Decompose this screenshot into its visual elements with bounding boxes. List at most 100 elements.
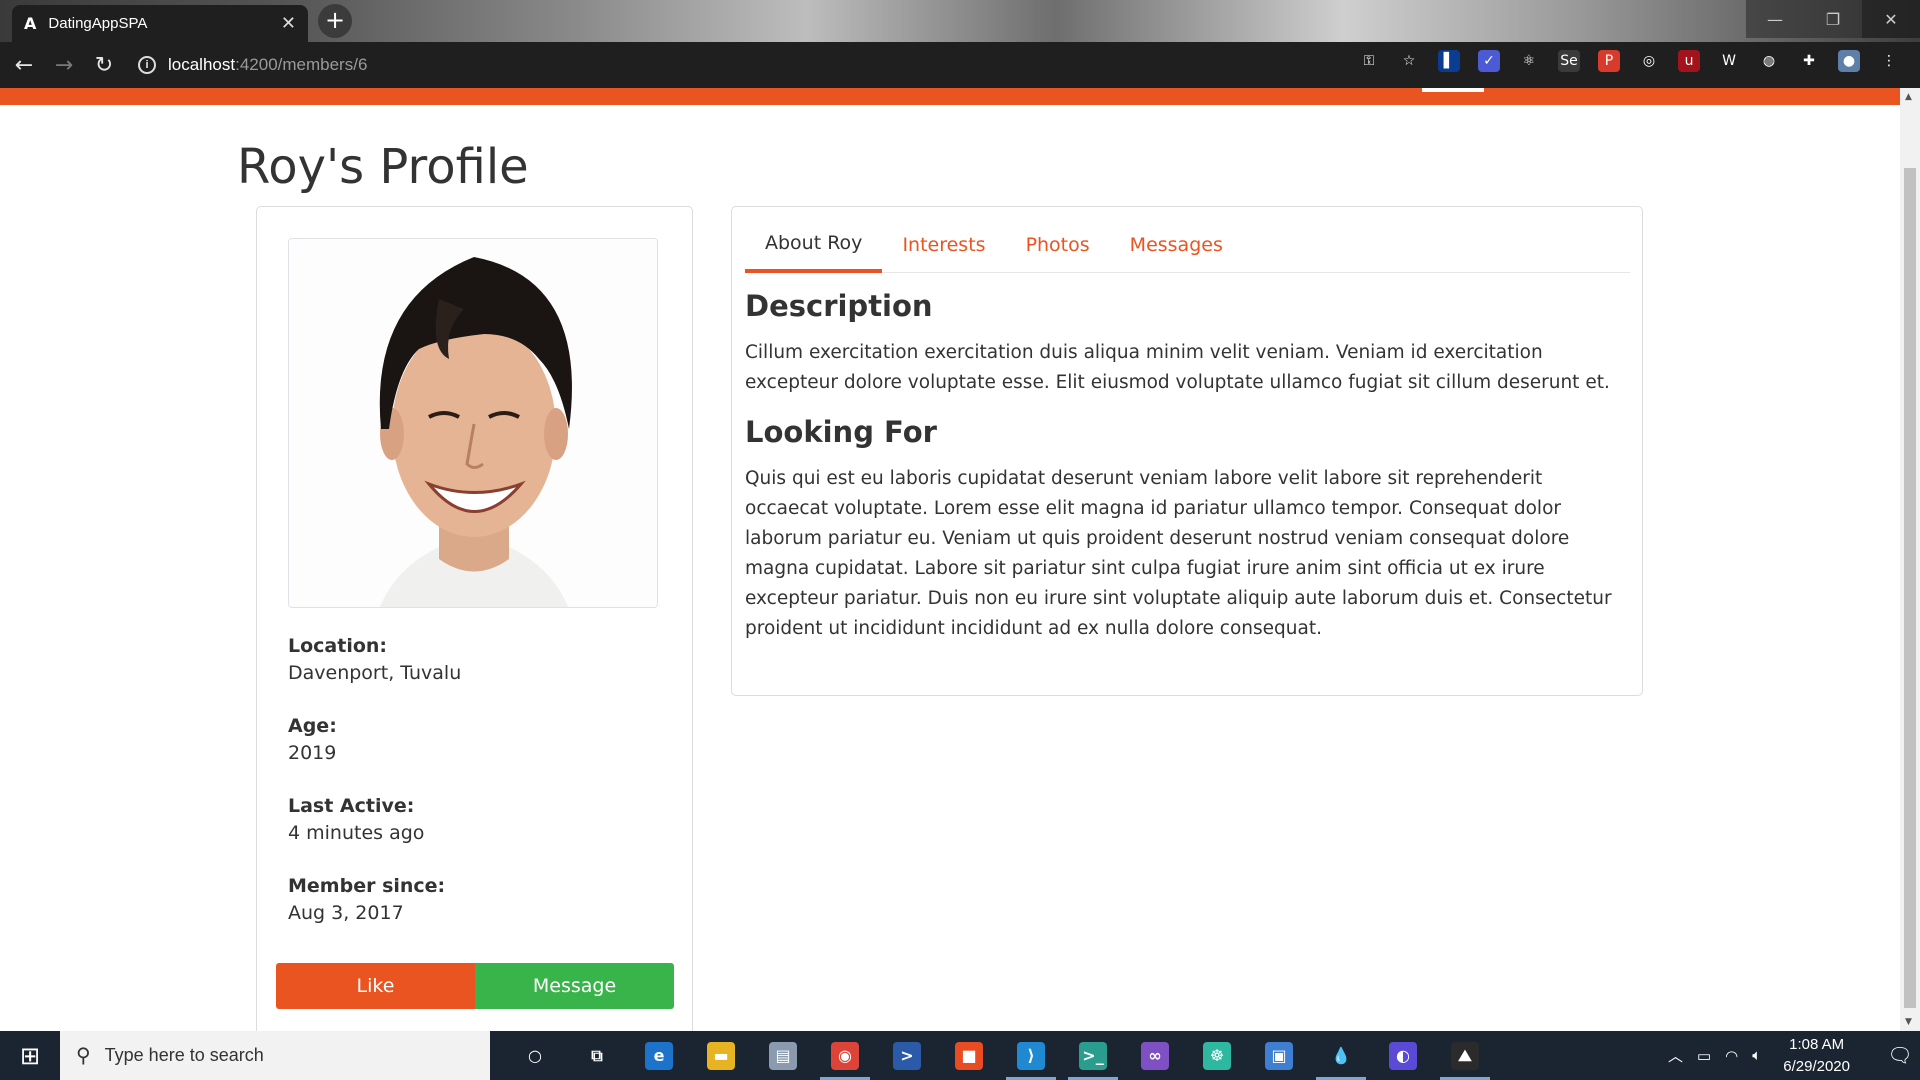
like-button[interactable]: Like	[276, 963, 475, 1009]
printer-app-icon[interactable]: ▤	[752, 1031, 814, 1080]
reload-icon[interactable]: ↻	[88, 49, 120, 81]
page-title: Roy's Profile	[237, 139, 529, 195]
navbar-active-indicator	[1422, 88, 1484, 92]
scroll-up-icon[interactable]: ▲	[1905, 92, 1912, 102]
edge-icon-glyph: e	[645, 1041, 673, 1070]
tab-about[interactable]: About Roy	[745, 207, 883, 273]
printer-app-icon-glyph: ▤	[769, 1041, 797, 1070]
moon-app-icon[interactable]: ◐	[1372, 1031, 1434, 1080]
last-active-label: Last Active:	[288, 795, 415, 817]
tab-messages[interactable]: Messages	[1110, 207, 1243, 273]
profile-photo-portrait	[289, 239, 657, 607]
profile-actions: Like Message	[276, 963, 674, 1009]
maximize-icon[interactable]: ❐	[1804, 0, 1862, 38]
puzzle-extensions-icon[interactable]: ✚	[1798, 50, 1820, 72]
taskbar-apps: ○ ⧉ e ▬ ▤ ◉ > ■ ⟩ >_ ∞ ☸ ▣ 💧 ◐ ⛰	[504, 1031, 1496, 1080]
site-info-icon[interactable]: i	[138, 56, 156, 74]
looking-for-text: Quis qui est eu laboris cupidatat deseru…	[745, 468, 1612, 639]
star-icon[interactable]: ☆	[1398, 50, 1420, 72]
powershell-icon[interactable]: >	[876, 1031, 938, 1080]
windows-start-icon[interactable]: ⊞	[0, 1031, 60, 1080]
target-extension-icon[interactable]: ◎	[1638, 50, 1660, 72]
profile-tabs: About Roy Interests Photos Messages	[745, 207, 1630, 273]
member-since-field: Member since: Aug 3, 2017	[288, 875, 445, 924]
battery-icon[interactable]: ▭	[1697, 1047, 1711, 1065]
taskbar-search[interactable]: ⚲ Type here to search	[60, 1031, 490, 1080]
age-label: Age:	[288, 715, 337, 737]
wappalyzer-icon[interactable]: W	[1718, 50, 1740, 72]
notification-icon[interactable]: 🗨︎	[1880, 1043, 1920, 1068]
pdf-extension-icon[interactable]: P	[1598, 50, 1620, 72]
description-text: Cillum exercitation exercitation duis al…	[745, 342, 1610, 393]
menu-kebab-icon[interactable]: ⋮	[1878, 50, 1900, 72]
age-value: 2019	[288, 742, 337, 764]
member-since-label: Member since:	[288, 875, 446, 897]
gitkraken-icon[interactable]: ☸	[1186, 1031, 1248, 1080]
angular-favicon-icon: A	[24, 14, 37, 33]
chrome-icon-glyph: ◉	[831, 1041, 859, 1070]
browser-tab[interactable]: A DatingAppSPA ✕	[12, 5, 308, 42]
tab-close-icon[interactable]: ✕	[281, 13, 296, 34]
react-devtools-icon[interactable]: ⚛	[1518, 50, 1540, 72]
member-since-value: Aug 3, 2017	[288, 902, 404, 924]
windows-taskbar: ⊞ ⚲ Type here to search ○ ⧉ e ▬ ▤ ◉ > ■ ⟩ >_ ∞ ☸ ▣ 💧 ◐…	[0, 1031, 1920, 1080]
page-content: Roy's Profile Location: Davenport, Tuval…	[0, 105, 1900, 1036]
message-button[interactable]: Message	[475, 963, 674, 1009]
window-close-icon[interactable]: ✕	[1862, 0, 1920, 38]
address-bar[interactable]: i localhost:4200/members/6	[138, 49, 1248, 81]
cortana-icon[interactable]: ○	[504, 1031, 566, 1080]
office-icon-glyph: ■	[955, 1041, 983, 1070]
wifi-icon[interactable]: ◠	[1725, 1047, 1738, 1065]
photos-app-icon[interactable]: ⛰	[1434, 1031, 1496, 1080]
minimize-icon[interactable]: —	[1746, 0, 1804, 38]
visual-studio-icon[interactable]: ∞	[1124, 1031, 1186, 1080]
scroll-down-icon[interactable]: ▼	[1905, 1017, 1912, 1027]
profile-photo	[288, 238, 658, 608]
flag-extension-icon[interactable]: ▌	[1438, 50, 1460, 72]
location-value: Davenport, Tuvalu	[288, 662, 462, 684]
volume-icon[interactable]: 🔈︎	[1752, 1047, 1761, 1064]
search-icon: ⚲	[76, 1045, 91, 1067]
profile-details-card: About Roy Interests Photos Messages Desc…	[731, 206, 1643, 696]
scrollbar-thumb[interactable]	[1904, 168, 1916, 1008]
clock[interactable]: 1:08 AM 6/29/2020	[1783, 1034, 1850, 1078]
remote-desktop-icon[interactable]: ▣	[1248, 1031, 1310, 1080]
task-view-icon[interactable]: ⧉	[566, 1031, 628, 1080]
file-explorer-icon[interactable]: ▬	[690, 1031, 752, 1080]
url-host: localhost	[168, 55, 236, 74]
terminal-icon-glyph: >_	[1079, 1041, 1107, 1070]
file-explorer-icon-glyph: ▬	[707, 1041, 735, 1070]
taskbar-search-placeholder: Type here to search	[104, 1045, 264, 1065]
location-field: Location: Davenport, Tuvalu	[288, 635, 461, 684]
droplet-app-icon[interactable]: 💧	[1310, 1031, 1372, 1080]
profile-card: Location: Davenport, Tuvalu Age: 2019 La…	[256, 206, 693, 1036]
back-arrow-icon[interactable]: ←	[8, 49, 40, 81]
task-view-icon-glyph: ⧉	[591, 1045, 603, 1065]
globe-extension-icon[interactable]: ◍	[1758, 50, 1780, 72]
key-icon[interactable]: ⚿	[1358, 50, 1380, 72]
tab-interests[interactable]: Interests	[882, 207, 1005, 273]
last-active-value: 4 minutes ago	[288, 822, 425, 844]
edge-icon[interactable]: e	[628, 1031, 690, 1080]
ublock-icon[interactable]: u	[1678, 50, 1700, 72]
terminal-icon[interactable]: >_	[1062, 1031, 1124, 1080]
gitkraken-icon-glyph: ☸	[1203, 1041, 1231, 1070]
new-tab-button[interactable]: +	[318, 4, 352, 38]
tray-chevron-icon[interactable]: ︿	[1668, 1045, 1683, 1066]
profile-avatar-icon[interactable]: ●	[1838, 50, 1860, 72]
browser-tab-strip: A DatingAppSPA ✕ + — ❐ ✕	[0, 0, 1920, 42]
forward-arrow-icon[interactable]: →	[48, 49, 80, 81]
checkmark-extension-icon[interactable]: ✓	[1478, 50, 1500, 72]
clock-date: 6/29/2020	[1783, 1057, 1850, 1075]
tab-photos[interactable]: Photos	[1006, 207, 1110, 273]
page-scrollbar[interactable]: ▲ ▼	[1900, 88, 1920, 1031]
description-heading: Description	[745, 289, 933, 323]
vscode-icon[interactable]: ⟩	[1000, 1031, 1062, 1080]
vscode-icon-glyph: ⟩	[1017, 1041, 1045, 1070]
age-field: Age: 2019	[288, 715, 337, 764]
selenium-extension-icon[interactable]: Se	[1558, 50, 1580, 72]
app-navbar	[0, 88, 1920, 105]
cortana-icon-glyph: ○	[528, 1046, 542, 1065]
chrome-icon[interactable]: ◉	[814, 1031, 876, 1080]
office-icon[interactable]: ■	[938, 1031, 1000, 1080]
